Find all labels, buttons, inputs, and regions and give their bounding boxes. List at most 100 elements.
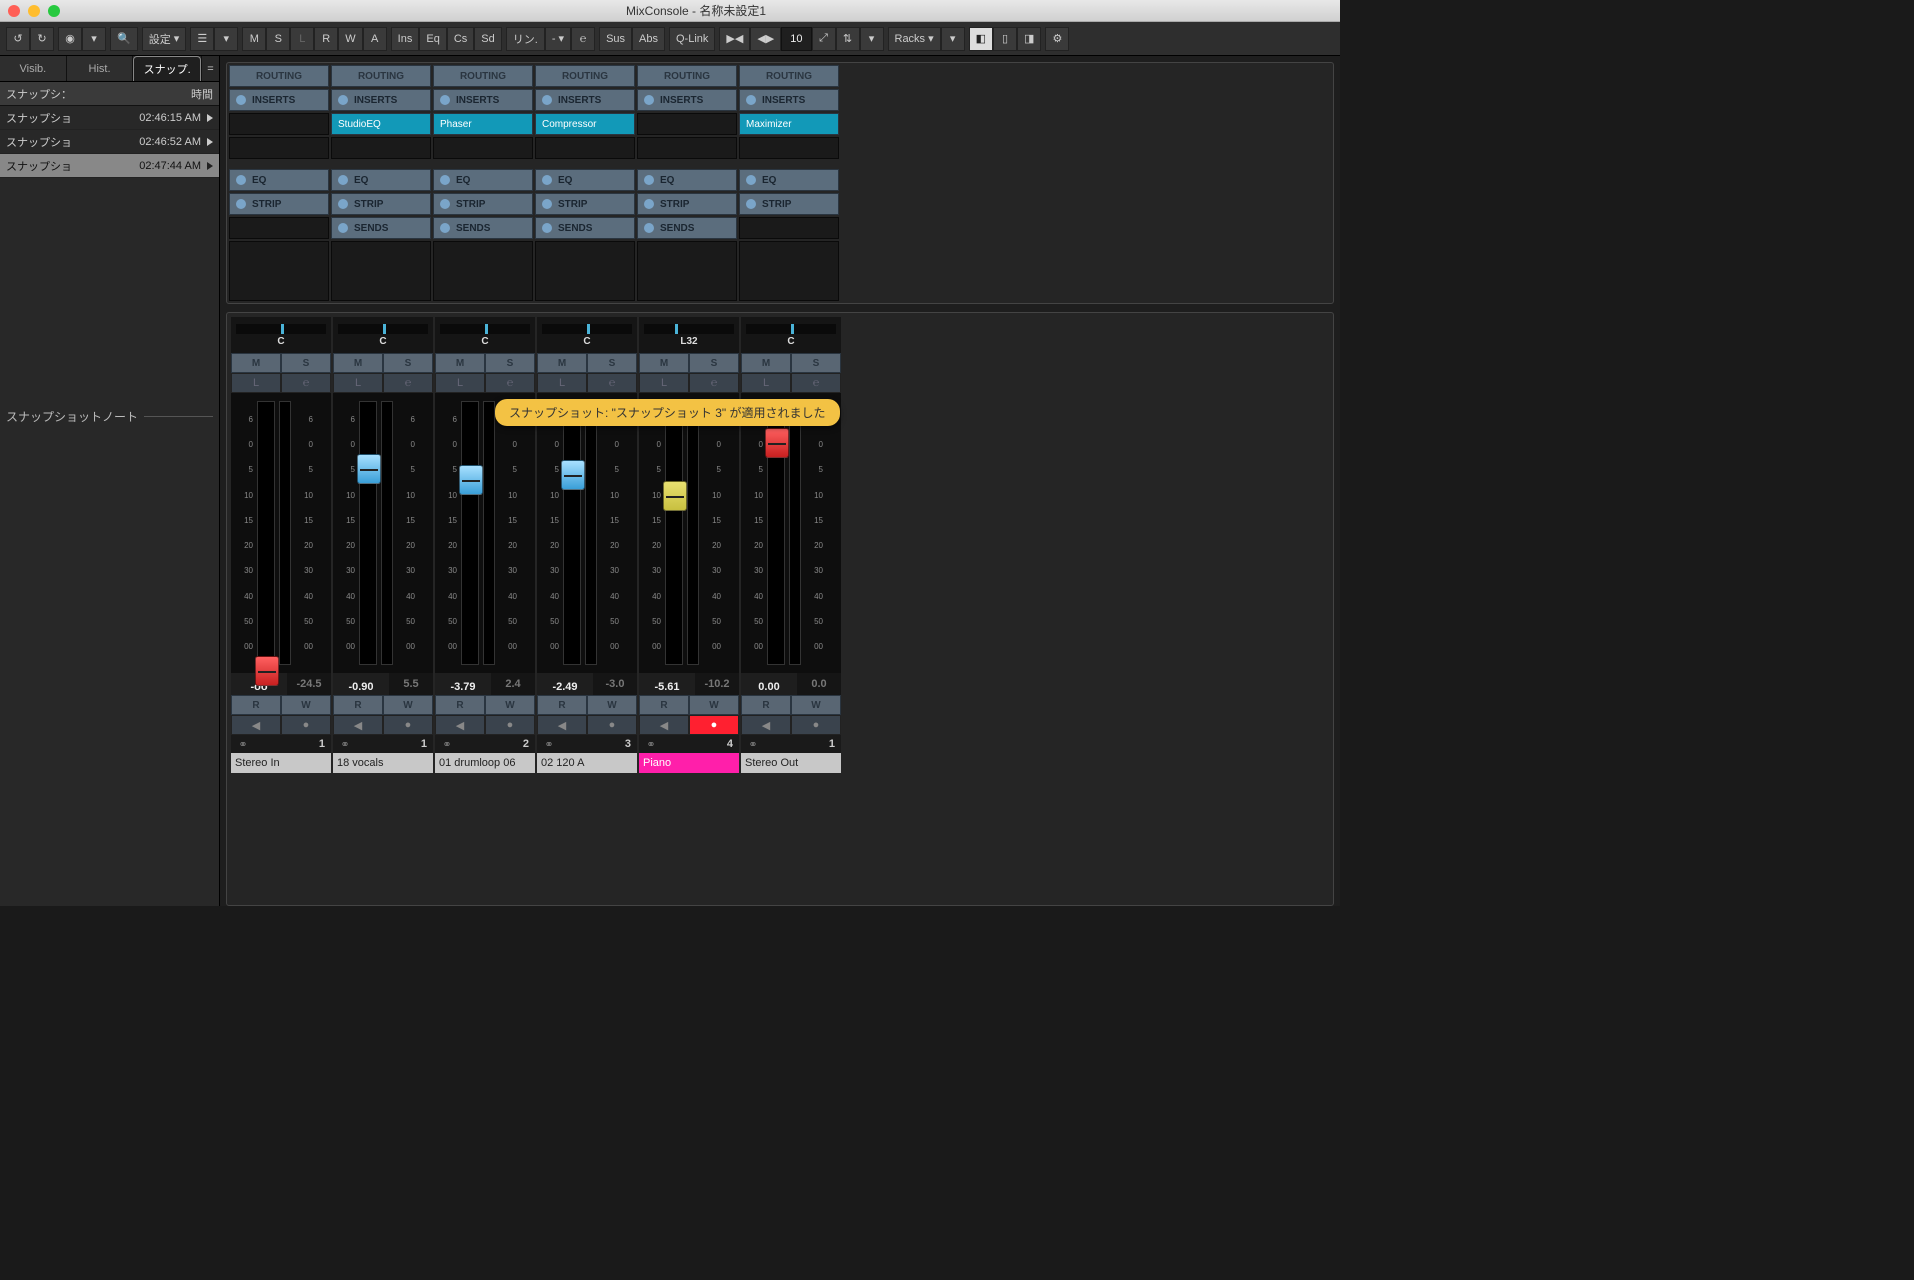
eq-header[interactable]: EQ (535, 169, 635, 191)
monitor-button[interactable]: ◀ (639, 715, 689, 735)
link-icon[interactable]: ⚭ (639, 735, 663, 753)
camera-menu[interactable]: ▾ (82, 27, 106, 51)
bypass-icon[interactable] (644, 223, 654, 233)
write-button[interactable]: W (485, 695, 535, 715)
link-icon[interactable]: ⚭ (537, 735, 561, 753)
routing-header[interactable]: ROUTING (331, 65, 431, 87)
insert-slot[interactable]: StudioEQ (331, 113, 431, 135)
routing-header[interactable]: ROUTING (739, 65, 839, 87)
fader-track[interactable] (767, 401, 785, 665)
link-icon[interactable]: ⚭ (435, 735, 459, 753)
read-all-button[interactable]: R (314, 27, 338, 51)
insert-slot[interactable]: Compressor (535, 113, 635, 135)
inserts-header[interactable]: INSERTS (637, 89, 737, 111)
list-menu[interactable]: ▾ (214, 27, 238, 51)
bypass-icon[interactable] (338, 199, 348, 209)
solo-button[interactable]: S (383, 353, 433, 373)
fader-track[interactable] (359, 401, 377, 665)
peak-value[interactable]: -10.2 (695, 673, 739, 695)
apply-icon[interactable] (207, 162, 213, 170)
sends-header[interactable]: SENDS (433, 217, 533, 239)
monitor-button[interactable]: ◀ (741, 715, 791, 735)
channel-name[interactable]: 01 drumloop 06 (435, 753, 535, 773)
mute-button[interactable]: M (435, 353, 485, 373)
strip-header[interactable]: STRIP (433, 193, 533, 215)
fader-knob[interactable] (357, 454, 381, 484)
write-button[interactable]: W (587, 695, 637, 715)
solo-all-button[interactable]: S (266, 27, 290, 51)
listen-button[interactable]: L (231, 373, 281, 393)
racks-menu[interactable]: Racks ▾ (888, 27, 941, 51)
inserts-header[interactable]: INSERTS (331, 89, 431, 111)
pan-control[interactable]: C (333, 317, 433, 353)
bypass-icon[interactable] (746, 175, 756, 185)
pan-control[interactable]: C (741, 317, 841, 353)
solo-button[interactable]: S (485, 353, 535, 373)
peak-value[interactable]: 5.5 (389, 673, 433, 695)
mute-button[interactable]: M (639, 353, 689, 373)
channel-strip[interactable]: C M S L ℮ 60510152030405000 605101520304… (435, 317, 535, 773)
bypass-icon[interactable] (338, 223, 348, 233)
monitor-button[interactable]: ◀ (231, 715, 281, 735)
fader-knob[interactable] (459, 465, 483, 495)
zoom-in-h-button[interactable]: ◀▶ (750, 27, 781, 51)
zoom-reset-button[interactable]: ⤢ (812, 27, 836, 51)
record-button[interactable]: ● (281, 715, 331, 735)
read-button[interactable]: R (741, 695, 791, 715)
camera-button[interactable]: ◉ (58, 27, 82, 51)
strip-header[interactable]: STRIP (229, 193, 329, 215)
bypass-icon[interactable] (440, 199, 450, 209)
snapshot-item[interactable]: スナップショ02:46:15 AM (0, 106, 219, 130)
maximize-icon[interactable] (48, 5, 60, 17)
left-zone-button[interactable]: ◧ (969, 27, 993, 51)
insert-slot[interactable]: Maximizer (739, 113, 839, 135)
strip-header[interactable]: STRIP (331, 193, 431, 215)
zoom-stepper[interactable]: ⇅ (836, 27, 860, 51)
snapshot-item[interactable]: スナップショ02:47:44 AM (0, 154, 219, 178)
record-button[interactable]: ● (791, 715, 841, 735)
record-button[interactable]: ● (485, 715, 535, 735)
write-button[interactable]: W (689, 695, 739, 715)
channel-name[interactable]: Stereo Out (741, 753, 841, 773)
channel-strip[interactable]: C M S L ℮ 60510152030405000 605101520304… (537, 317, 637, 773)
solo-button[interactable]: S (689, 353, 739, 373)
sends-header[interactable]: SENDS (535, 217, 635, 239)
fader-value[interactable]: -0.90 (333, 673, 389, 695)
sends-header[interactable]: SENDS (331, 217, 431, 239)
routing-header[interactable]: ROUTING (229, 65, 329, 87)
fader-knob[interactable] (255, 656, 279, 686)
monitor-button[interactable]: ◀ (435, 715, 485, 735)
bypass-inserts-button[interactable]: Ins (391, 27, 420, 51)
insert-slot-empty[interactable] (229, 137, 329, 159)
bypass-eq-button[interactable]: Eq (419, 27, 446, 51)
solo-button[interactable]: S (587, 353, 637, 373)
fader-value[interactable]: -5.61 (639, 673, 695, 695)
routing-header[interactable]: ROUTING (535, 65, 635, 87)
record-button[interactable]: ● (587, 715, 637, 735)
write-button[interactable]: W (281, 695, 331, 715)
listen-button[interactable]: L (435, 373, 485, 393)
insert-slot[interactable]: Phaser (433, 113, 533, 135)
channel-name[interactable]: 02 120 A (537, 753, 637, 773)
bypass-icon[interactable] (338, 95, 348, 105)
solo-button[interactable]: S (281, 353, 331, 373)
inserts-header[interactable]: INSERTS (229, 89, 329, 111)
read-button[interactable]: R (639, 695, 689, 715)
bypass-icon[interactable] (644, 199, 654, 209)
monitor-button[interactable]: ◀ (333, 715, 383, 735)
bypass-icon[interactable] (644, 95, 654, 105)
eq-header[interactable]: EQ (331, 169, 431, 191)
bypass-icon[interactable] (236, 199, 246, 209)
insert-slot-empty[interactable] (535, 137, 635, 159)
eq-header[interactable]: EQ (637, 169, 737, 191)
bypass-icon[interactable] (236, 175, 246, 185)
mute-button[interactable]: M (231, 353, 281, 373)
apply-icon[interactable] (207, 114, 213, 122)
fader-value[interactable]: -3.79 (435, 673, 491, 695)
pan-control[interactable]: C (537, 317, 637, 353)
strip-header[interactable]: STRIP (535, 193, 635, 215)
routing-header[interactable]: ROUTING (637, 65, 737, 87)
write-button[interactable]: W (383, 695, 433, 715)
bypass-icon[interactable] (440, 95, 450, 105)
bypass-icon[interactable] (542, 223, 552, 233)
